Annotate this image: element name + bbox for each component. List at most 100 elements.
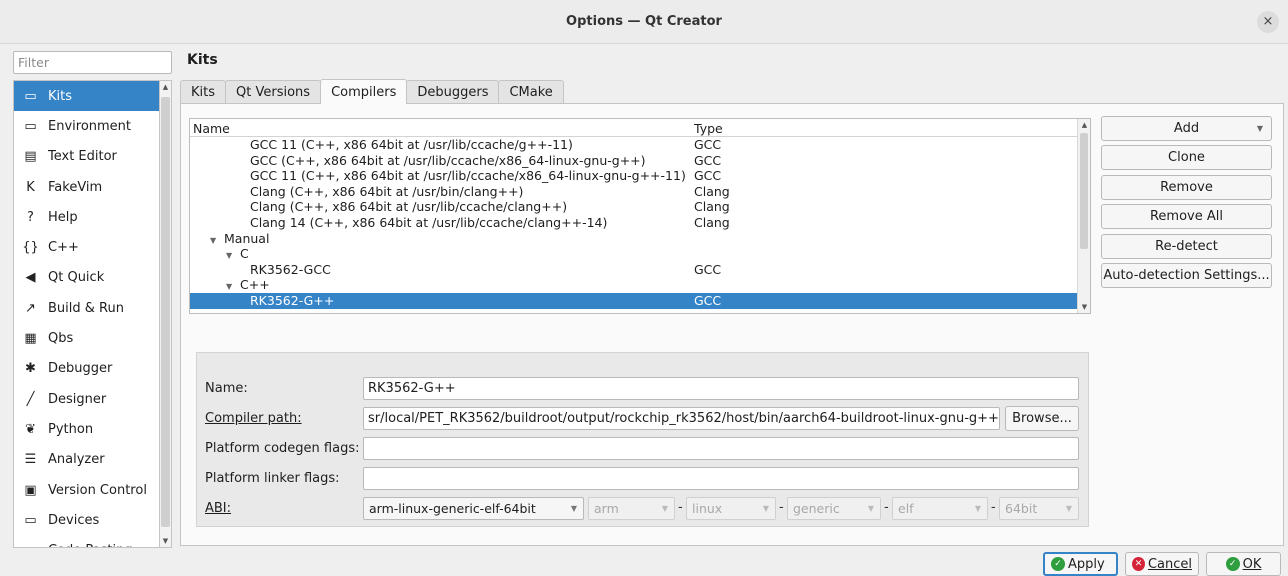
sidebar-item-qt-quick[interactable]: ◀ Qt Quick (14, 263, 159, 293)
kits-icon: ▭ (24, 88, 37, 104)
cancel-button[interactable]: ✕ Cancel (1125, 552, 1199, 576)
apply-button[interactable]: ✓ Apply (1043, 552, 1118, 576)
sidebar-item-version-control[interactable]: ▣ Version Control (14, 475, 159, 505)
header-type[interactable]: Type (694, 121, 723, 136)
check-icon: ✓ (1051, 557, 1065, 571)
abi-arch-select[interactable]: arm ▼ (588, 497, 675, 520)
window-title: Options — Qt Creator (566, 14, 722, 29)
tab-kits[interactable]: Kits (180, 80, 227, 104)
abi-select[interactable]: arm-linux-generic-elf-64bit ▼ (363, 497, 584, 520)
add-button[interactable]: Add ▼ (1101, 116, 1272, 141)
tree-group-cpp[interactable]: ▼ C++ (190, 277, 1090, 293)
remove-button[interactable]: Remove (1101, 174, 1272, 200)
version-control-icon: ▣ (24, 482, 37, 498)
scrollbar-thumb[interactable] (1080, 133, 1088, 249)
scrollbar-thumb[interactable] (161, 97, 170, 527)
tree-group-manual[interactable]: ▼ Manual (190, 231, 1090, 247)
scroll-down-icon[interactable]: ▼ (1080, 302, 1089, 312)
sidebar-item-label: Kits (48, 88, 73, 104)
tree-scrollbar[interactable]: ▲ ▼ (1077, 119, 1090, 313)
group-label: Manual (224, 230, 270, 246)
tree-header: Name Type (190, 119, 1090, 137)
sidebar-item-label: Qbs (48, 331, 74, 347)
scroll-up-icon[interactable]: ▲ (161, 82, 170, 92)
qbs-icon: ▦ (24, 331, 37, 347)
tree-row[interactable]: GCC (C++, x86 64bit at /usr/lib/ccache/x… (190, 153, 1090, 169)
tree-row-selected[interactable]: RK3562-G++ GCC (190, 292, 1090, 309)
tab-qt-versions[interactable]: Qt Versions (225, 80, 322, 104)
text-editor-icon: ▤ (24, 149, 37, 165)
name-field[interactable]: RK3562-G++ (363, 377, 1079, 400)
tree-row[interactable]: Clang 14 (C++, x86 64bit at /usr/lib/cca… (190, 215, 1090, 231)
hammer-icon: ↗ (25, 300, 36, 316)
auto-detection-settings-button[interactable]: Auto-detection Settings... (1101, 262, 1272, 288)
tree-row[interactable]: GCC 11 (C++, x86 64bit at /usr/lib/ccach… (190, 137, 1090, 153)
sidebar-item-code-pasting[interactable]: ▭ Code Pasting (14, 535, 159, 547)
tree-row[interactable]: Clang (C++, x86 64bit at /usr/bin/clang+… (190, 184, 1090, 200)
abi-width-select[interactable]: 64bit ▼ (999, 497, 1079, 520)
tab-cmake[interactable]: CMake (498, 80, 564, 104)
browse-button[interactable]: Browse... (1005, 406, 1079, 431)
action-buttons: Add ▼ Clone Remove Remove All Re-detect A… (1101, 116, 1272, 292)
sidebar-item-debugger[interactable]: ✱ Debugger (14, 354, 159, 384)
remove-all-button[interactable]: Remove All (1101, 204, 1272, 230)
compiler-type: Clang (694, 199, 730, 215)
compiler-tree[interactable]: Name Type GCC 11 (C++, x86 64bit at /usr… (189, 118, 1091, 314)
sidebar-item-designer[interactable]: ╱ Designer (14, 384, 159, 414)
abi-width-value: 64bit (1005, 501, 1038, 516)
compiler-name: Clang (C++, x86 64bit at /usr/bin/clang+… (250, 183, 524, 199)
cancel-icon: ✕ (1132, 557, 1145, 571)
compiler-name: GCC 11 (C++, x86 64bit at /usr/lib/ccach… (250, 137, 573, 152)
sidebar-item-kits[interactable]: ▭ Kits (14, 81, 159, 112)
sidebar-item-c[interactable]: {} C++ (14, 232, 159, 262)
abi-os-value: linux (692, 501, 723, 516)
abi-os-select[interactable]: linux ▼ (686, 497, 776, 520)
tree-group-c[interactable]: ▼ C (190, 246, 1090, 262)
help-icon: ? (27, 209, 34, 225)
fakevim-icon: K (26, 179, 35, 195)
tree-row[interactable]: Clang (C++, x86 64bit at /usr/lib/ccache… (190, 199, 1090, 215)
scroll-up-icon[interactable]: ▲ (1080, 120, 1089, 130)
chevron-down-icon: ▼ (867, 504, 874, 513)
sidebar-item-python[interactable]: ❦ Python (14, 414, 159, 444)
linker-flags-field[interactable] (363, 467, 1079, 490)
sidebar-item-label: Designer (48, 391, 107, 407)
scroll-down-icon[interactable]: ▼ (161, 536, 170, 546)
braces-icon: {} (22, 240, 39, 256)
sidebar-item-build-run[interactable]: ↗ Build & Run (14, 293, 159, 323)
compiler-type: Clang (694, 214, 730, 230)
paste-icon: ▭ (22, 542, 39, 547)
category-list[interactable]: ▭ Kits ▭ Environment ▤ Text Editor K FakeVim? He… (13, 80, 159, 548)
codegen-flags-field[interactable] (363, 437, 1079, 460)
ok-button[interactable]: ✓ OK (1206, 552, 1281, 576)
sidebar-item-analyzer[interactable]: ☰ Analyzer (14, 445, 159, 475)
compiler-type: GCC (694, 137, 722, 152)
tree-row[interactable]: GCC 11 (C++, x86 64bit at /usr/lib/ccach… (190, 168, 1090, 184)
analyzer-icon: ☰ (24, 452, 37, 468)
compiler-path-field[interactable]: sr/local/PET_RK3562/buildroot/output/roc… (363, 407, 1000, 430)
tree-row[interactable]: RK3562-GCC GCC (190, 262, 1090, 278)
tab-debuggers[interactable]: Debuggers (406, 80, 500, 104)
category-scrollbar[interactable]: ▲ ▼ (159, 80, 172, 548)
abi-label: ABI: (205, 501, 232, 516)
close-icon[interactable]: × (1257, 11, 1279, 33)
sidebar-item-fakevim[interactable]: K FakeVim (14, 172, 159, 202)
compiler-name: RK3562-GCC (250, 261, 331, 277)
sidebar-item-environment[interactable]: ▭ Environment (14, 111, 159, 141)
header-name[interactable]: Name (193, 121, 230, 136)
filter-input[interactable] (13, 51, 172, 74)
abi-flavor-select[interactable]: generic ▼ (787, 497, 881, 520)
cancel-label: Cancel (1147, 556, 1192, 572)
compiler-name: GCC (C++, x86 64bit at /usr/lib/ccache/x… (250, 152, 646, 168)
sidebar-item-text-editor[interactable]: ▤ Text Editor (14, 142, 159, 172)
python-icon: ❦ (25, 421, 36, 437)
redetect-button[interactable]: Re-detect (1101, 233, 1272, 259)
sidebar-item-label: Analyzer (48, 452, 105, 468)
sidebar-item-devices[interactable]: ▭ Devices (14, 505, 159, 535)
sidebar-item-help[interactable]: ? Help (14, 202, 159, 232)
sidebar-item-qbs[interactable]: ▦ Qbs (14, 323, 159, 353)
tab-compilers[interactable]: Compilers (320, 79, 408, 104)
pencil-icon: ╱ (26, 391, 35, 407)
clone-button[interactable]: Clone (1101, 145, 1272, 171)
abi-format-select[interactable]: elf ▼ (892, 497, 988, 520)
